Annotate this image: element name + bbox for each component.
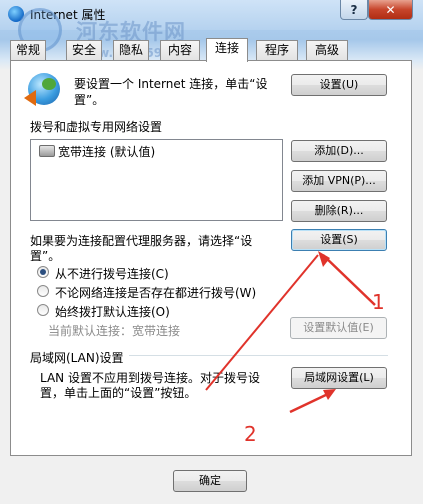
proxy-text-line1: 如果要为连接配置代理服务器，请选择“设 [30, 234, 253, 248]
tab-advanced[interactable]: 高级 [306, 40, 348, 60]
radio-dial-whenever[interactable] [37, 285, 49, 297]
set-default-button[interactable]: 设置默认值(E) [290, 317, 387, 339]
setup-text-line1: 要设置一个 Internet 连接，单击“设 [74, 77, 268, 91]
add-vpn-button[interactable]: 添加 VPN(P)... [291, 170, 387, 192]
radio-label-always-dial: 始终拨打默认连接(O) [55, 305, 170, 319]
lan-heading: 局域网(LAN)设置 [30, 351, 124, 365]
lan-group-divider [129, 355, 388, 356]
settings-button[interactable]: 设置(S) [291, 229, 387, 251]
lan-settings-button[interactable]: 局域网设置(L) [291, 367, 387, 389]
dialup-vpn-heading: 拨号和虚拟专用网络设置 [30, 120, 163, 134]
current-default-value: 宽带连接 [132, 324, 181, 338]
radio-label-dial-whenever: 不论网络连接是否存在都进行拨号(W) [55, 286, 257, 300]
tab-content[interactable]: 内容 [160, 40, 200, 60]
remove-button[interactable]: 删除(R)... [291, 200, 387, 222]
title-bar[interactable]: Internet 属性 ? ✕ [0, 0, 423, 30]
arrow-icon [24, 90, 36, 106]
list-item-label: 宽带连接 (默认值) [58, 145, 156, 159]
radio-never-dial[interactable] [37, 266, 49, 278]
proxy-text-line2: 置”。 [30, 249, 61, 263]
tab-connections[interactable]: 连接 [206, 38, 248, 62]
current-default-label: 当前默认连接： [48, 324, 133, 338]
lan-text-line2: 置，单击上面的“设置”按钮。 [40, 386, 197, 400]
connections-list[interactable]: 宽带连接 (默认值) [30, 139, 283, 221]
tab-programs[interactable]: 程序 [256, 40, 298, 60]
internet-properties-window: Internet 属性 ? ✕ 河东软件网 www.pc0359.cn 常规 安… [0, 0, 423, 504]
radio-label-never-dial: 从不进行拨号连接(C) [55, 267, 169, 281]
annotation-label-1: 1 [372, 290, 385, 314]
close-button[interactable]: ✕ [368, 0, 413, 20]
broadband-connection-icon [39, 145, 55, 157]
add-button[interactable]: 添加(D)... [291, 140, 387, 162]
annotation-label-2: 2 [244, 422, 257, 446]
setup-text-line2: 置”。 [74, 93, 105, 107]
setup-button[interactable]: 设置(U) [291, 74, 387, 96]
help-button[interactable]: ? [340, 0, 368, 20]
radio-always-dial[interactable] [37, 304, 49, 316]
ok-button[interactable]: 确定 [173, 470, 247, 492]
window-title: Internet 属性 [30, 8, 106, 22]
internet-globe-icon [8, 6, 24, 22]
tab-general[interactable]: 常规 [10, 40, 46, 60]
tab-security[interactable]: 安全 [66, 40, 102, 60]
globe-land-icon [42, 78, 56, 90]
tab-privacy[interactable]: 隐私 [113, 40, 149, 60]
